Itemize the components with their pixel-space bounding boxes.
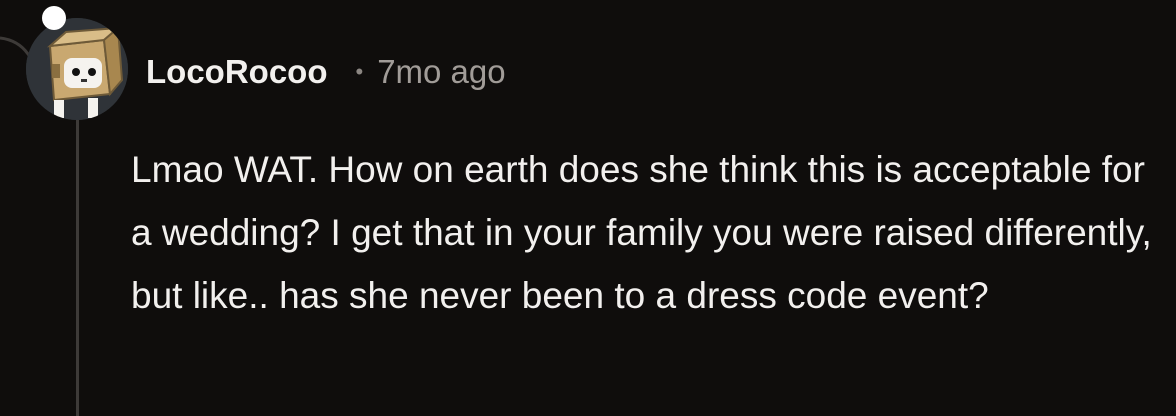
avatar[interactable] (26, 18, 128, 120)
thread-line[interactable] (76, 118, 79, 416)
cardboard-robot-avatar-icon (26, 18, 128, 120)
comment-meta: LocoRocoo • 7mo ago (146, 50, 506, 94)
status-dot (42, 6, 66, 30)
comment-body: Lmao WAT. How on earth does she think th… (131, 149, 1152, 316)
username-link[interactable]: LocoRocoo (146, 53, 327, 91)
meta-separator: • (355, 59, 364, 84)
timestamp[interactable]: 7mo ago (377, 53, 505, 91)
